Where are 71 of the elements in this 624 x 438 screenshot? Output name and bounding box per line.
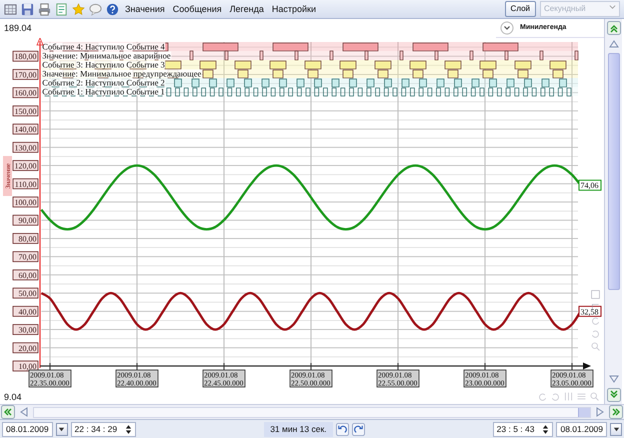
document-icon[interactable] [55, 2, 68, 16]
event-lane-label: Событие 3: Наступило Событие 3 [42, 60, 166, 70]
event-lane-label: Событие 2: Наступило Событие 2 [42, 78, 166, 88]
date-field[interactable]: 08.01.2009 [556, 422, 608, 436]
y-tick-label: 80,00 [18, 234, 36, 244]
axis-tick-label: 130,00 [12, 142, 38, 153]
axis-tick-label: 90,00 [12, 214, 38, 226]
y-tick-label: 50,00 [18, 289, 36, 298]
grid-icon[interactable] [4, 2, 17, 16]
layer-button[interactable]: Слой [504, 1, 536, 17]
axis-tick-label: 30,00 [12, 324, 38, 335]
value-tag: 74,06 [578, 180, 602, 191]
axis-tick-label: 40,00 [12, 306, 38, 317]
speech-bubble-icon[interactable] [89, 2, 102, 16]
y-tick-label: 60,00 [18, 270, 36, 280]
spinner-icon[interactable] [542, 424, 550, 434]
dropdown-button[interactable] [56, 422, 68, 436]
axis-tick-label: 120,00 [12, 160, 38, 171]
event-lane-label: Событие 4: Наступило Событие 4 [42, 42, 166, 52]
y-tick-label: 40,00 [18, 307, 36, 316]
zoom-icon[interactable] [589, 391, 600, 402]
event-lane-label: Событие 1: Наступило Событие 1 [42, 86, 166, 96]
scroll-thumb[interactable] [608, 53, 620, 290]
vertical-lines-icon[interactable] [563, 391, 574, 402]
axis-tick-label: 80,00 [12, 233, 38, 244]
zoom-icon[interactable] [590, 341, 601, 352]
scroll-thumb[interactable] [578, 408, 590, 416]
axis-tick-label: 110,00 [12, 178, 38, 190]
menu-item[interactable]: Легенда [228, 2, 266, 16]
time-field[interactable]: 23 : 5 : 43 [492, 422, 554, 436]
y-tick-label: 20,00 [18, 344, 36, 353]
axis-tick-label: 100,00 [12, 196, 38, 208]
axis-max-label: 189.04 [4, 22, 32, 35]
horizontal-lines-icon[interactable] [576, 391, 587, 402]
double-arrow-icon[interactable] [1, 405, 15, 419]
axis-min-label: 9.04 [4, 392, 22, 402]
axis-tick-label: 20,00 [12, 342, 38, 354]
caret-icon[interactable] [58, 426, 66, 432]
star-icon[interactable] [72, 2, 85, 16]
menu-item[interactable]: Сообщения [170, 2, 224, 16]
y-tick-label: 70,00 [18, 252, 36, 262]
duration-label: 31 мин 13 сек. [264, 422, 333, 436]
undo-icon[interactable] [336, 422, 349, 436]
menu-item[interactable]: Значения [123, 2, 167, 16]
spinner-icon[interactable] [125, 424, 132, 434]
date-field[interactable]: 08.01.2009 [2, 422, 53, 436]
y-tick-label: 10,00 [18, 362, 36, 371]
caret-icon[interactable] [612, 426, 620, 432]
printer-icon[interactable] [38, 2, 51, 16]
help-icon[interactable] [106, 2, 119, 16]
value-tag: 32,58 [578, 306, 602, 317]
y-tick-label: 30,00 [18, 326, 36, 335]
axis-tick-label: 140,00 [12, 124, 38, 135]
event-lane-label: Значение: Минимальное предупреждающее [42, 68, 202, 78]
axis-tick-label: 150,00 [12, 106, 38, 116]
axis-tick-label: 170,00 [12, 69, 38, 80]
undo-icon[interactable] [590, 315, 601, 326]
axis-tick-label: 10,00 [12, 360, 38, 372]
axis-tick-label: 60,00 [12, 270, 38, 280]
save-icon[interactable] [21, 2, 34, 16]
y-tick-label: 90,00 [18, 216, 36, 226]
time-field[interactable]: 22 : 34 : 29 [70, 422, 136, 436]
redo-icon[interactable] [352, 422, 365, 436]
chevron-down-icon[interactable] [500, 21, 514, 35]
axis-tick-label: 160,00 [12, 87, 38, 98]
axis-tick-label: 180,00 [12, 50, 38, 62]
menu-item[interactable]: Настройки [270, 2, 318, 16]
event-lane-label: Значение: Минимальное аварийное [42, 50, 172, 60]
axis-tick-label: 50,00 [12, 288, 38, 298]
axis-tick-label: 70,00 [12, 251, 38, 262]
dropdown-button[interactable] [610, 422, 622, 436]
